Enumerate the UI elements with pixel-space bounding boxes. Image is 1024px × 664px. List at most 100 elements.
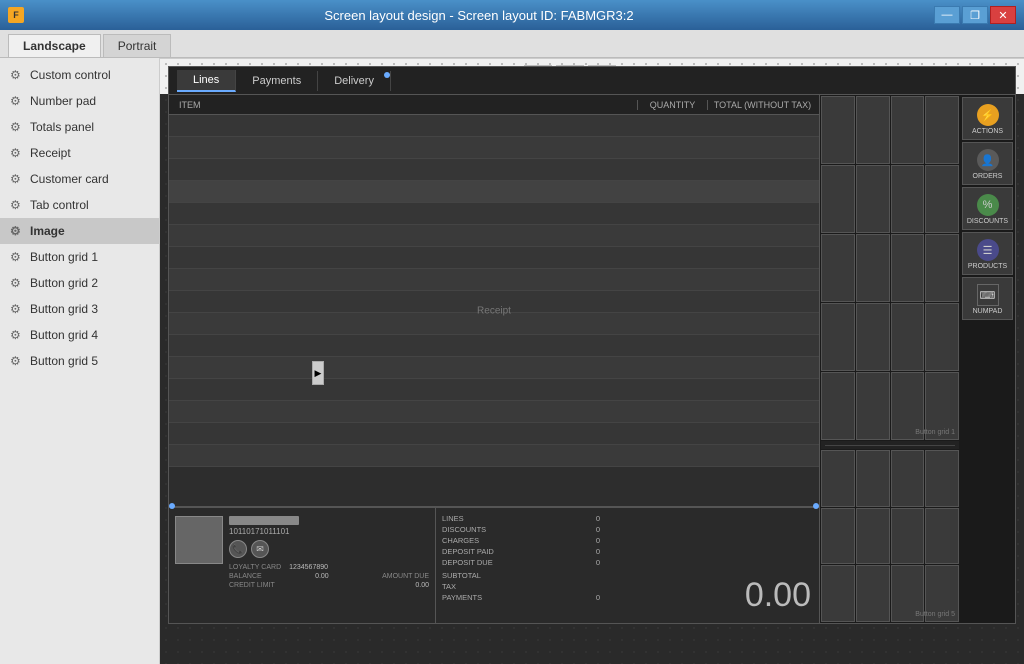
- gear-icon-active: ⚙: [10, 224, 24, 238]
- btn-cell[interactable]: [856, 303, 890, 371]
- table-row: [169, 445, 819, 467]
- btn-cell[interactable]: [821, 234, 855, 302]
- btn-cell[interactable]: [925, 96, 959, 164]
- btn-cell[interactable]: [891, 96, 925, 164]
- close-button[interactable]: ✕: [990, 6, 1016, 24]
- phone-icon-button[interactable]: 📞: [229, 540, 247, 558]
- table-row: [169, 423, 819, 445]
- design-tab-payments[interactable]: Payments: [236, 71, 318, 91]
- btn-cell[interactable]: [925, 165, 959, 233]
- sidebar-item-number-pad[interactable]: ⚙ Number pad: [0, 88, 159, 114]
- discounts-label: DISCOUNTS: [442, 525, 486, 534]
- sidebar-item-button-grid-3[interactable]: ⚙ Button grid 3: [0, 296, 159, 322]
- sidebar-label-custom-control: Custom control: [30, 68, 111, 82]
- btn-cell[interactable]: [821, 450, 855, 507]
- sidebar-item-image[interactable]: ⚙ Image: [0, 218, 159, 244]
- btn-cell[interactable]: [856, 96, 890, 164]
- sidebar-item-button-grid-2[interactable]: ⚙ Button grid 2: [0, 270, 159, 296]
- btn-cell[interactable]: [856, 234, 890, 302]
- btn-cell[interactable]: [891, 303, 925, 371]
- sidebar-item-button-grid-5[interactable]: ⚙ Button grid 5: [0, 348, 159, 374]
- customer-id: 10110171011101: [229, 527, 429, 536]
- table-row: [169, 313, 819, 335]
- btn-cell[interactable]: [821, 96, 855, 164]
- loyalty-card-row: LOYALTY CARD 1234567890: [229, 564, 429, 571]
- content-area: ⚙ Custom control ⚙ Number pad ⚙ Totals p…: [0, 58, 1024, 664]
- action-btn-orders[interactable]: 👤 ORDERS: [962, 142, 1013, 185]
- numpad-icon: ⌨: [977, 284, 999, 306]
- table-row: [169, 335, 819, 357]
- sidebar-item-totals-panel[interactable]: ⚙ Totals panel: [0, 114, 159, 140]
- amount-due-value: 0.00: [745, 576, 811, 615]
- top-button-grid: Button grid 1: [821, 96, 959, 440]
- btn-cell[interactable]: [925, 234, 959, 302]
- action-btn-products[interactable]: ☰ PRODUCTS: [962, 232, 1013, 275]
- maximize-button[interactable]: ❐: [962, 6, 988, 24]
- btn-cell[interactable]: [856, 372, 890, 440]
- deposit-due-value: 0: [596, 558, 600, 567]
- lines-label: LINES: [442, 514, 464, 523]
- gear-icon: ⚙: [10, 146, 24, 160]
- table-row: [169, 115, 819, 137]
- gear-icon: ⚙: [10, 276, 24, 290]
- btn-cell[interactable]: [821, 303, 855, 371]
- gear-icon: ⚙: [10, 302, 24, 316]
- btn-cell[interactable]: [856, 450, 890, 507]
- btn-cell[interactable]: [856, 508, 890, 565]
- sidebar-item-custom-control[interactable]: ⚙ Custom control: [0, 62, 159, 88]
- action-btn-numpad[interactable]: ⌨ NUMPAD: [962, 277, 1013, 320]
- title-bar-controls: — ❐ ✕: [934, 6, 1016, 24]
- btn-cell[interactable]: [925, 508, 959, 565]
- sidebar: ⚙ Custom control ⚙ Number pad ⚙ Totals p…: [0, 58, 160, 664]
- sidebar-collapse-button[interactable]: ▶: [312, 361, 324, 385]
- loyalty-card-label: LOYALTY CARD: [229, 564, 281, 571]
- design-tab-lines[interactable]: Lines: [177, 70, 236, 92]
- charges-label: CHARGES: [442, 536, 479, 545]
- totals-subtotal-row: SUBTOTAL: [442, 571, 600, 580]
- totals-section: LINES 0 DISCOUNTS 0 CHARGES: [436, 508, 606, 623]
- table-row: [169, 137, 819, 159]
- btn-cell[interactable]: [821, 565, 855, 622]
- discounts-icon: %: [977, 194, 999, 216]
- minimize-button[interactable]: —: [934, 6, 960, 24]
- design-body: ITEM QUANTITY TOTAL (WITHOUT TAX): [169, 95, 1015, 623]
- btn-cell[interactable]: [891, 165, 925, 233]
- button-grid-5-label: Button grid 5: [915, 611, 955, 618]
- sidebar-label-button-grid-2: Button grid 2: [30, 276, 98, 290]
- btn-cell[interactable]: [821, 372, 855, 440]
- action-btn-discounts[interactable]: % DISCOUNTS: [962, 187, 1013, 230]
- btn-cell[interactable]: [891, 234, 925, 302]
- sidebar-label-receipt: Receipt: [30, 146, 71, 160]
- design-tab-delivery[interactable]: Delivery: [318, 71, 391, 91]
- corner-dot-top: [384, 72, 390, 78]
- sidebar-item-receipt[interactable]: ⚙ Receipt: [0, 140, 159, 166]
- design-area: Lines Payments Delivery ITEM QUANTITY: [160, 58, 1024, 664]
- right-panels: Button grid 1: [820, 95, 1015, 623]
- tab-portrait[interactable]: Portrait: [103, 34, 172, 57]
- btn-cell[interactable]: [856, 165, 890, 233]
- tab-landscape[interactable]: Landscape: [8, 34, 101, 57]
- sidebar-label-button-grid-4: Button grid 4: [30, 328, 98, 342]
- sidebar-item-customer-card[interactable]: ⚙ Customer card: [0, 166, 159, 192]
- btn-cell[interactable]: [821, 508, 855, 565]
- customer-action-icons: 📞 ✉: [229, 540, 429, 558]
- table-row: [169, 269, 819, 291]
- bottom-button-grid: Button grid 5: [821, 450, 959, 622]
- email-icon-button[interactable]: ✉: [251, 540, 269, 558]
- btn-cell[interactable]: [856, 565, 890, 622]
- sidebar-item-button-grid-4[interactable]: ⚙ Button grid 4: [0, 322, 159, 348]
- btn-cell[interactable]: [925, 303, 959, 371]
- btn-cell[interactable]: [891, 450, 925, 507]
- btn-cell[interactable]: [821, 165, 855, 233]
- charges-value: 0: [596, 536, 600, 545]
- totals-payments-row: PAYMENTS 0: [442, 593, 600, 602]
- btn-cell[interactable]: [891, 508, 925, 565]
- customer-info: 10110171011101 📞 ✉ LOYALTY CARD 12345678…: [229, 516, 429, 615]
- col-total-header: TOTAL (WITHOUT TAX): [707, 100, 817, 110]
- sidebar-item-tab-control[interactable]: ⚙ Tab control: [0, 192, 159, 218]
- totals-charges-row: CHARGES 0: [442, 536, 600, 545]
- orders-label: ORDERS: [973, 173, 1003, 180]
- btn-cell[interactable]: [925, 450, 959, 507]
- sidebar-item-button-grid-1[interactable]: ⚙ Button grid 1: [0, 244, 159, 270]
- action-btn-actions[interactable]: ⚡ ACTIONS: [962, 97, 1013, 140]
